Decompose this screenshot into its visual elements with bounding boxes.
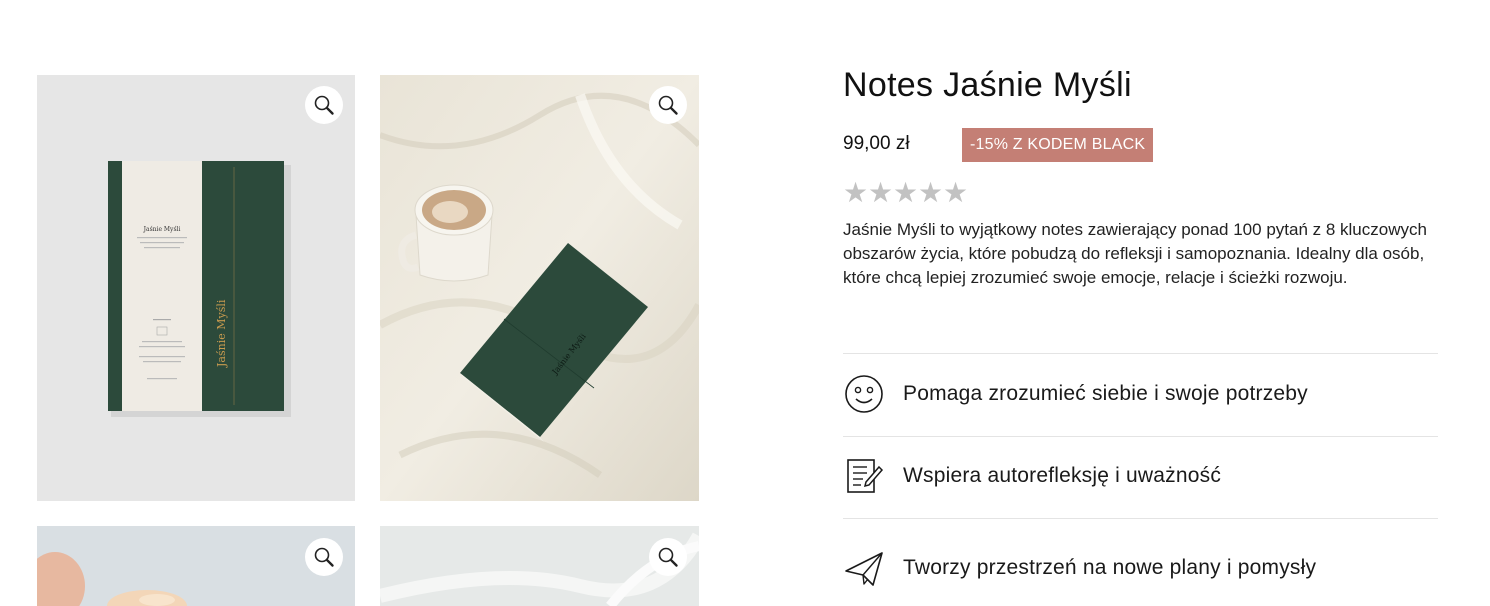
star-icon[interactable]: ★ [893,178,918,208]
svg-text:Jaśnie Myśli: Jaśnie Myśli [143,226,181,233]
product-page: Jaśnie Myśli Jaśnie Myśli Jaśnie Myśli N… [0,0,1490,606]
divider [843,353,1438,354]
feature-label: Tworzy przestrzeń na nowe plany i pomysł… [903,556,1317,579]
star-icon[interactable]: ★ [868,178,893,208]
feature-item: Wspiera autorefleksję i uważność [843,446,1438,506]
feature-item: Pomaga zrozumieć siebie i swoje potrzeby [843,364,1438,424]
gallery-image-4[interactable] [380,526,699,606]
star-icon[interactable]: ★ [918,178,943,208]
gallery-image-3[interactable] [37,526,355,606]
divider [843,436,1438,437]
zoom-button[interactable] [649,86,687,124]
zoom-button[interactable] [649,538,687,576]
svg-text:Jaśnie Myśli: Jaśnie Myśli [215,299,228,368]
product-title: Notes Jaśnie Myśli [843,66,1132,104]
magnifier-icon [658,95,678,115]
star-icon[interactable]: ★ [943,178,968,208]
zoom-button[interactable] [305,86,343,124]
star-icon[interactable]: ★ [843,178,868,208]
divider [843,518,1438,519]
rating-stars[interactable]: ★ ★ ★ ★ ★ [843,178,968,208]
feature-label: Wspiera autorefleksję i uważność [903,464,1222,487]
magnifier-icon [314,547,334,567]
gallery-image-2[interactable]: Jaśnie Myśli [380,75,699,501]
magnifier-icon [658,547,678,567]
notebook-lifestyle-image: Jaśnie Myśli [380,75,699,501]
magnifier-icon [314,95,334,115]
product-description: Jaśnie Myśli to wyjątkowy notes zawieraj… [843,220,1427,287]
notepad-pen-icon [843,455,885,497]
product-price: 99,00 zł [843,133,910,154]
feature-label: Pomaga zrozumieć siebie i swoje potrzeby [903,382,1308,405]
promo-badge: -15% Z KODEM BLACK [962,128,1154,162]
zoom-button[interactable] [305,538,343,576]
paper-plane-icon [843,547,885,589]
notebook-cover-image: Jaśnie Myśli Jaśnie Myśli [108,161,291,417]
gallery-image-1[interactable]: Jaśnie Myśli Jaśnie Myśli [37,75,355,501]
smiley-icon [843,373,885,415]
feature-item: Tworzy przestrzeń na nowe plany i pomysł… [843,538,1438,598]
